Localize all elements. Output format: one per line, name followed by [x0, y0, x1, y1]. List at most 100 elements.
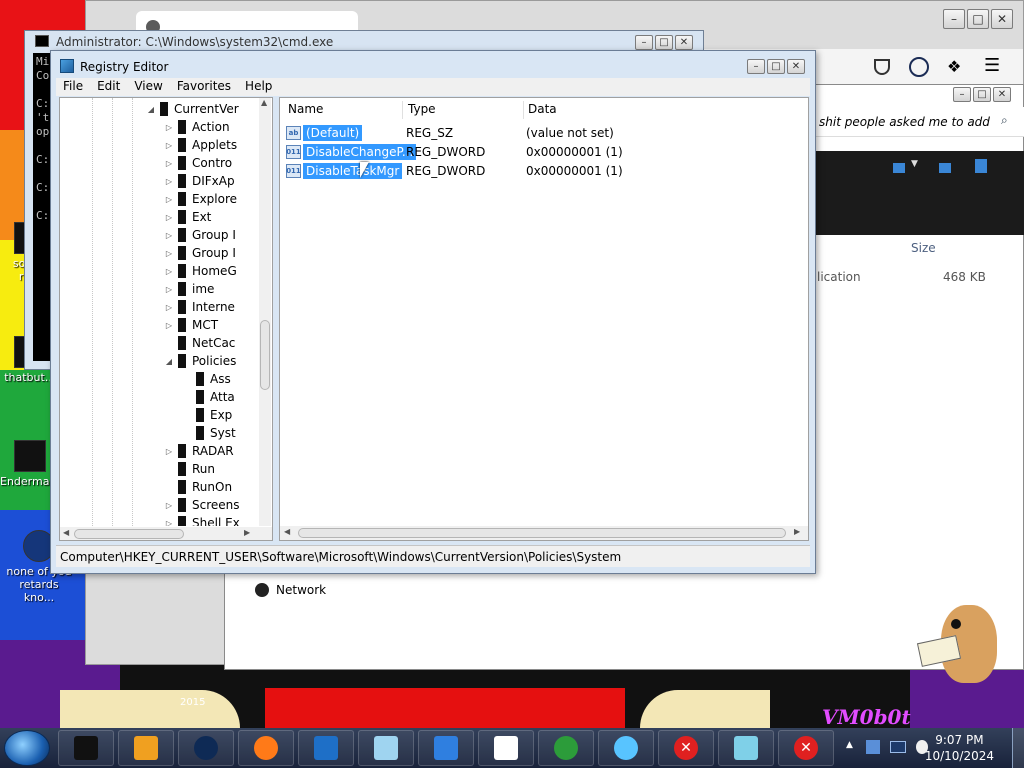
tree-item[interactable]: ▷ Explore: [164, 190, 237, 208]
maximize-button[interactable]: □: [967, 9, 989, 29]
values-horizontal-scrollbar[interactable]: ◀ ▶: [280, 526, 808, 540]
expand-icon[interactable]: ▷: [164, 231, 174, 240]
tree-item[interactable]: ▷ DIFxAp: [164, 172, 235, 190]
tree-item[interactable]: Run: [164, 460, 215, 478]
value-row[interactable]: ab (Default) REG_SZ (value not set): [286, 124, 806, 142]
tree-item[interactable]: Exp: [182, 406, 232, 424]
sync-icon[interactable]: [909, 57, 929, 77]
maximize-button[interactable]: □: [973, 87, 991, 102]
tree-item[interactable]: Ass: [182, 370, 231, 388]
column-divider[interactable]: [523, 101, 524, 119]
tree-item[interactable]: RunOn: [164, 478, 232, 496]
collapse-icon[interactable]: ◢: [146, 105, 156, 114]
tree-item[interactable]: ▷ HomeG: [164, 262, 237, 280]
taskbar-button[interactable]: [118, 730, 174, 766]
dropdown-icon[interactable]: ▼: [911, 159, 918, 169]
close-button[interactable]: ✕: [675, 35, 693, 50]
menu-view[interactable]: View: [127, 78, 169, 96]
expand-icon[interactable]: ▷: [164, 141, 174, 150]
expand-icon[interactable]: ▷: [164, 159, 174, 168]
registry-editor-window[interactable]: Registry Editor – □ ✕ File Edit View Fav…: [50, 50, 816, 574]
expand-icon[interactable]: ▷: [164, 123, 174, 132]
tree-item[interactable]: ▷ Interne: [164, 298, 235, 316]
tree-scroll-thumb[interactable]: [260, 320, 270, 390]
expand-icon[interactable]: ▷: [164, 501, 174, 510]
clock[interactable]: 9:07 PM 10/10/2024: [925, 732, 994, 764]
maximize-button[interactable]: □: [655, 35, 673, 50]
tree-item[interactable]: NetCac: [164, 334, 235, 352]
tray-expand-icon[interactable]: ▲: [846, 740, 853, 750]
menu-file[interactable]: File: [56, 78, 90, 96]
tree-item[interactable]: ▷ Shell Ex: [164, 514, 240, 526]
show-desktop-button[interactable]: [1012, 728, 1024, 768]
tree-horizontal-scrollbar[interactable]: ◀ ▶: [60, 527, 272, 540]
expand-icon[interactable]: ▷: [164, 195, 174, 204]
taskbar-button[interactable]: [538, 730, 594, 766]
expand-icon[interactable]: ▷: [164, 177, 174, 186]
extensions-icon[interactable]: ❖: [947, 57, 961, 76]
scroll-up-icon[interactable]: ▲: [261, 98, 267, 107]
tree-item[interactable]: Atta: [182, 388, 235, 406]
minimize-button[interactable]: –: [747, 59, 765, 74]
expand-icon[interactable]: ▷: [164, 519, 174, 527]
tree-item[interactable]: Syst: [182, 424, 236, 442]
expand-icon[interactable]: ▷: [164, 213, 174, 222]
menu-favorites[interactable]: Favorites: [170, 78, 238, 96]
close-button[interactable]: ✕: [993, 87, 1011, 102]
tree-item[interactable]: ▷ Applets: [164, 136, 237, 154]
taskbar-button[interactable]: [418, 730, 474, 766]
expand-icon[interactable]: ▷: [164, 447, 174, 456]
values-hscroll-thumb[interactable]: [298, 528, 786, 538]
close-button[interactable]: ✕: [991, 9, 1013, 29]
taskbar-button[interactable]: [298, 730, 354, 766]
column-header-name[interactable]: Name: [288, 102, 323, 116]
tree-item[interactable]: ◢ Policies: [164, 352, 236, 370]
taskbar-button[interactable]: [238, 730, 294, 766]
start-button[interactable]: [4, 730, 50, 766]
menu-edit[interactable]: Edit: [90, 78, 127, 96]
value-row[interactable]: 011 DisableChangeP... REG_DWORD 0x00000001 …: [286, 143, 806, 161]
tree-hscroll-thumb[interactable]: [74, 529, 184, 539]
tree-item[interactable]: ▷ Action: [164, 118, 230, 136]
maximize-button[interactable]: □: [767, 59, 785, 74]
nav-item-network[interactable]: Network: [255, 583, 326, 597]
taskbar-button[interactable]: [598, 730, 654, 766]
scroll-left-icon[interactable]: ◀: [63, 528, 69, 537]
taskbar-button[interactable]: ✕: [778, 730, 834, 766]
column-header-size[interactable]: Size: [911, 241, 936, 255]
close-button[interactable]: ✕: [787, 59, 805, 74]
tree-item[interactable]: ▷ Group I: [164, 226, 236, 244]
tree-item[interactable]: ▷ Group I: [164, 244, 236, 262]
taskbar-button[interactable]: [718, 730, 774, 766]
taskbar-button[interactable]: [58, 730, 114, 766]
view-icon[interactable]: [893, 163, 905, 173]
values-pane[interactable]: Name Type Data ab (Default) REG_SZ (value n…: [279, 97, 809, 541]
tree-item[interactable]: ▷ Contro: [164, 154, 232, 172]
minimize-button[interactable]: –: [635, 35, 653, 50]
scroll-left-icon[interactable]: ◀: [284, 527, 290, 536]
search-box[interactable]: shit people asked me to add ⌕: [805, 107, 1024, 137]
taskbar-button[interactable]: [178, 730, 234, 766]
scroll-right-icon[interactable]: ▶: [244, 528, 250, 537]
taskbar-button[interactable]: [478, 730, 534, 766]
tray-network-icon[interactable]: [866, 740, 880, 754]
tree-item[interactable]: ▷ Screens: [164, 496, 240, 514]
pane-icon[interactable]: [939, 163, 951, 173]
menu-help[interactable]: Help: [238, 78, 279, 96]
collapse-icon[interactable]: ◢: [164, 357, 174, 366]
search-icon[interactable]: ⌕: [1001, 113, 1008, 128]
tree-item[interactable]: ◢ CurrentVer: [146, 100, 239, 118]
tree-item[interactable]: ▷ RADAR: [164, 442, 234, 460]
column-header-data[interactable]: Data: [528, 102, 557, 116]
key-tree-pane[interactable]: ◢ CurrentVer ▷ Action ▷ Applets ▷ Contro ▷ DIFxAp…: [59, 97, 273, 541]
column-divider[interactable]: [402, 101, 403, 119]
expand-icon[interactable]: ▷: [164, 267, 174, 276]
tray-monitor-icon[interactable]: [890, 741, 906, 753]
taskbar-button[interactable]: ✕: [658, 730, 714, 766]
tree-vertical-scrollbar[interactable]: ▲: [259, 98, 271, 526]
expand-icon[interactable]: ▷: [164, 249, 174, 258]
pocket-icon[interactable]: [874, 59, 890, 75]
minimize-button[interactable]: –: [943, 9, 965, 29]
taskbar-button[interactable]: [358, 730, 414, 766]
tree-item[interactable]: ▷ MCT: [164, 316, 218, 334]
